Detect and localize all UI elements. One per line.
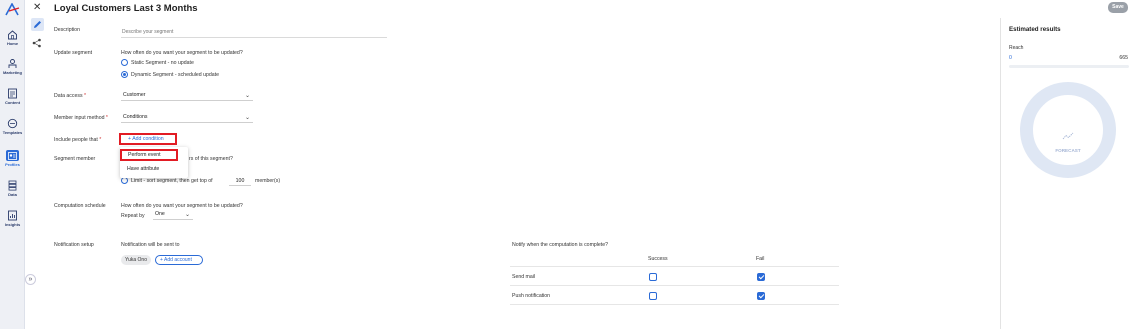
radio-limit[interactable] <box>121 177 128 184</box>
nav-item-templates[interactable]: Templates <box>0 118 25 135</box>
menu-item-perform-event[interactable]: Perform event <box>120 149 178 161</box>
profiles-icon <box>8 151 17 160</box>
tool-column: ✕ <box>28 0 47 329</box>
row-label-push: Push notification <box>512 293 551 299</box>
data-access-select[interactable]: Customer ⌄ <box>121 91 253 101</box>
description-label: Description <box>54 27 80 33</box>
forecast-donut: FORECAST <box>1020 82 1116 178</box>
nav-label-templates: Templates <box>2 130 23 135</box>
chevron-down-icon: ⌄ <box>244 115 250 121</box>
recipient-chip[interactable]: Yuka Ono <box>121 255 151 265</box>
member-input-value: Conditions <box>123 114 148 120</box>
reach-progress-bar <box>1009 65 1129 68</box>
include-label: Include people that * <box>54 137 102 143</box>
push-success-checkbox[interactable] <box>649 292 657 300</box>
segment-member-label: Segment member <box>54 156 96 162</box>
trend-icon <box>1062 132 1074 140</box>
radio-static[interactable] <box>121 59 128 66</box>
nav-label-home: Home <box>6 41 19 46</box>
update-segment-label: Update segment <box>54 50 93 56</box>
computation-label: Computation schedule <box>54 203 106 209</box>
nav-label-data: Data <box>8 192 17 197</box>
nav-item-data[interactable]: Data <box>0 180 25 197</box>
nav-item-profiles[interactable]: Profiles <box>0 150 25 167</box>
templates-icon <box>7 118 18 129</box>
nav-item-marketing[interactable]: Marketing <box>0 58 25 75</box>
results-title: Estimated results <box>1009 26 1061 33</box>
data-access-value: Customer <box>123 92 146 98</box>
menu-item-have-attribute[interactable]: Have attribute <box>120 163 188 175</box>
edit-button[interactable] <box>31 18 44 31</box>
pencil-icon <box>34 21 41 28</box>
computation-question: How often do you want your segment to be… <box>121 203 243 209</box>
home-icon <box>8 30 17 40</box>
forecast-label: FORECAST <box>1055 148 1081 153</box>
update-question: How often do you want your segment to be… <box>121 50 243 56</box>
radio-dynamic[interactable] <box>121 71 128 78</box>
page-title: Loyal Customers Last 3 Months <box>54 3 198 14</box>
close-icon[interactable]: ✕ <box>33 3 41 13</box>
nav-label-profiles: Profiles <box>5 162 20 167</box>
member-input-select[interactable]: Conditions ⌄ <box>121 113 253 123</box>
row-label-send-mail: Send mail <box>512 274 536 280</box>
save-button[interactable]: Save <box>1108 2 1128 13</box>
radio-static-label: Static Segment - no update <box>131 60 194 66</box>
send-mail-fail-checkbox[interactable] <box>757 273 765 281</box>
nav-item-insights[interactable]: Insights <box>0 210 25 227</box>
add-account-button[interactable]: + Add account <box>155 255 203 265</box>
notify-question: Notify when the computation is complete? <box>512 242 609 248</box>
col-success: Success <box>648 256 668 262</box>
top-count-input[interactable]: 100 <box>229 176 251 186</box>
divider <box>510 266 839 267</box>
nav-item-content[interactable]: Content <box>0 88 25 105</box>
estimated-results-panel: Estimated results Reach 0 665 FORECAST <box>1000 18 1134 329</box>
insights-icon <box>8 210 17 221</box>
send-mail-success-checkbox[interactable] <box>649 273 657 281</box>
profiles-icon-bg <box>6 150 19 161</box>
add-condition-label: Add condition <box>132 136 164 142</box>
nav-label-insights: Insights <box>4 222 21 227</box>
chevron-down-icon: ⌄ <box>184 212 190 218</box>
reach-label: Reach <box>1009 45 1024 51</box>
repeat-by-value: One <box>155 211 165 217</box>
radio-dynamic-label: Dynamic Segment - scheduled update <box>131 72 219 78</box>
add-condition-button[interactable]: + Add condition <box>119 133 177 145</box>
member-input-label: Member input method * <box>54 115 108 121</box>
share-icon[interactable] <box>32 38 42 48</box>
segment-member-question: rs of this segment? <box>189 156 233 162</box>
sent-to-label: Notification will be sent to <box>121 242 180 248</box>
plus-icon: + <box>128 136 132 142</box>
chevron-down-icon: ⌄ <box>244 93 250 99</box>
nav-label-content: Content <box>4 100 21 105</box>
divider <box>510 285 839 286</box>
plus-icon: + <box>160 257 163 263</box>
data-access-label: Data access * <box>54 93 87 99</box>
push-fail-checkbox[interactable] <box>757 292 765 300</box>
reach-value: 0 <box>1009 55 1012 61</box>
divider <box>510 304 839 305</box>
data-icon <box>8 180 17 191</box>
add-account-label: Add account <box>164 257 192 263</box>
reach-max: 665 <box>1119 55 1128 61</box>
col-fail: Fail <box>756 256 765 262</box>
nav-label-marketing: Marketing <box>3 70 22 75</box>
description-input[interactable] <box>121 27 387 38</box>
condition-menu: Perform event Have attribute <box>120 147 188 178</box>
notification-label: Notification setup <box>54 242 94 248</box>
repeat-by-select[interactable]: One ⌄ <box>153 210 193 220</box>
marketing-icon <box>8 59 17 68</box>
app-logo[interactable] <box>5 3 20 16</box>
content-icon <box>8 88 17 99</box>
left-nav: Home Marketing Content Templates Profile… <box>0 0 25 329</box>
members-unit: member(s) <box>255 178 281 184</box>
radio-limit-label: Limit - sort segment, then get top of <box>131 178 213 184</box>
repeat-by-label: Repeat by <box>121 213 145 219</box>
nav-item-home[interactable]: Home <box>0 29 25 46</box>
